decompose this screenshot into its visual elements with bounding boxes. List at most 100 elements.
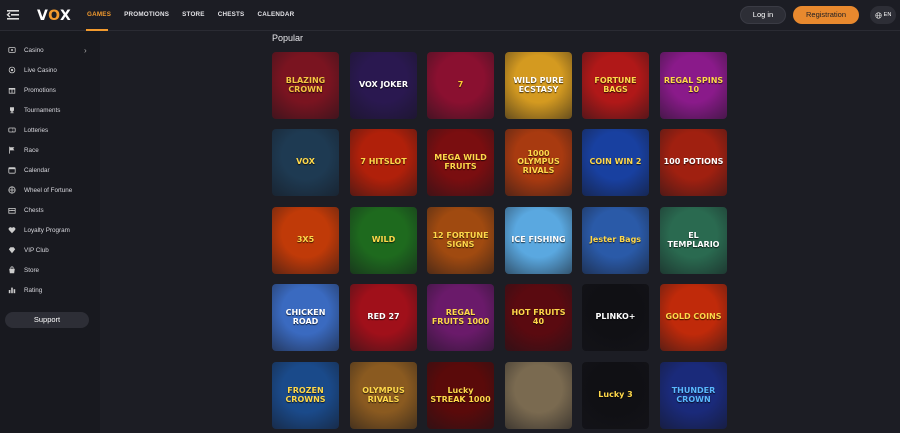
- game-title: WILD PURE ECSTASY: [513, 76, 564, 94]
- game-tile[interactable]: VOX JOKER: [350, 52, 417, 119]
- game-title: 1000 OLYMPUS RIVALS: [517, 148, 560, 175]
- sidebar-item-loyalty-program[interactable]: Loyalty Program: [0, 221, 100, 239]
- chest-icon: [8, 208, 16, 214]
- casino-icon: [8, 47, 16, 53]
- game-title: CHICKEN ROAD: [285, 308, 326, 326]
- game-title: ICE FISHING: [511, 235, 566, 245]
- diamond-icon: [8, 247, 16, 254]
- support-button[interactable]: Support: [5, 312, 89, 328]
- game-tile[interactable]: MEGA WILD FRUITS: [427, 129, 494, 196]
- game-tile[interactable]: Jester Bags: [582, 207, 649, 274]
- live-casino-icon: [8, 66, 16, 74]
- game-tile[interactable]: VOX: [272, 129, 339, 196]
- game-tile[interactable]: [505, 362, 572, 429]
- game-tile[interactable]: CHICKEN ROAD: [272, 284, 339, 351]
- sidebar-item-rating[interactable]: Rating: [0, 281, 100, 299]
- sidebar-item-chests[interactable]: Chests: [0, 201, 100, 219]
- game-tile[interactable]: THUNDER CROWN: [660, 362, 727, 429]
- nav-games[interactable]: GAMES: [87, 11, 111, 18]
- game-title: Lucky 3: [598, 390, 633, 400]
- sidebar: Casino › Live Casino Promotions Tourname…: [0, 31, 100, 433]
- game-title: 3X5: [296, 235, 315, 245]
- game-tile[interactable]: ICE FISHING: [505, 207, 572, 274]
- game-title: BLAZING CROWN: [285, 76, 326, 94]
- sidebar-item-live-casino[interactable]: Live Casino: [0, 61, 100, 79]
- rating-icon: [8, 287, 16, 294]
- game-tile[interactable]: FORTUNE BAGS: [582, 52, 649, 119]
- registration-button[interactable]: Registration: [793, 6, 859, 24]
- ticket-icon: [8, 127, 16, 133]
- main-nav: GAMES PROMOTIONS STORE CHESTS CALENDAR: [87, 11, 294, 18]
- game-title: MEGA WILD FRUITS: [434, 153, 487, 171]
- game-tile[interactable]: COIN WIN 2: [582, 129, 649, 196]
- game-title: Lucky STREAK 1000: [430, 386, 491, 404]
- game-title: OLYMPUS RIVALS: [362, 386, 405, 404]
- vox-logo[interactable]: VOX: [37, 8, 71, 24]
- game-tile[interactable]: REGAL FRUITS 1000: [427, 284, 494, 351]
- top-bar: VOX GAMES PROMOTIONS STORE CHESTS CALEND…: [0, 0, 900, 31]
- section-title-popular: Popular: [272, 33, 304, 43]
- game-tile[interactable]: RED 27: [350, 284, 417, 351]
- game-title: COIN WIN 2: [589, 157, 642, 167]
- sidebar-item-store[interactable]: Store: [0, 261, 100, 279]
- game-title: WILD: [371, 235, 396, 245]
- nav-store[interactable]: STORE: [182, 11, 205, 18]
- game-tile[interactable]: 1000 OLYMPUS RIVALS: [505, 129, 572, 196]
- sidebar-item-promotions[interactable]: Promotions: [0, 81, 100, 99]
- game-tile[interactable]: 100 POTIONS: [660, 129, 727, 196]
- game-title: REGAL FRUITS 1000: [431, 308, 490, 326]
- sidebar-item-tournaments[interactable]: Tournaments: [0, 101, 100, 119]
- game-title: Jester Bags: [589, 235, 642, 245]
- game-tile[interactable]: OLYMPUS RIVALS: [350, 362, 417, 429]
- sidebar-item-calendar[interactable]: Calendar: [0, 161, 100, 179]
- game-tile[interactable]: 7 HITSLOT: [350, 129, 417, 196]
- game-tile[interactable]: EL TEMPLARIO: [660, 207, 727, 274]
- sidebar-item-race[interactable]: Race: [0, 141, 100, 159]
- game-title: EL TEMPLARIO: [667, 231, 720, 249]
- game-tile[interactable]: WILD: [350, 207, 417, 274]
- game-title: THUNDER CROWN: [671, 386, 716, 404]
- game-title: HOT FRUITS 40: [511, 308, 566, 326]
- chevron-right-icon: ›: [84, 45, 87, 55]
- game-title: 7: [457, 80, 464, 90]
- game-tile[interactable]: PLINKO+: [582, 284, 649, 351]
- game-title: 7 HITSLOT: [360, 157, 407, 167]
- trophy-icon: [10, 107, 14, 114]
- wheel-icon: [8, 186, 16, 194]
- game-title: 12 FORTUNE SIGNS: [432, 231, 489, 249]
- game-title: RED 27: [367, 312, 400, 322]
- menu-toggle-icon[interactable]: [6, 8, 20, 22]
- login-button[interactable]: Log in: [740, 6, 786, 24]
- game-title: VOX: [296, 157, 315, 167]
- game-tile[interactable]: 12 FORTUNE SIGNS: [427, 207, 494, 274]
- game-title: REGAL SPINS 10: [663, 76, 724, 94]
- game-tile[interactable]: 7: [427, 52, 494, 119]
- game-tile[interactable]: HOT FRUITS 40: [505, 284, 572, 351]
- game-tile[interactable]: 3X5: [272, 207, 339, 274]
- game-tile[interactable]: FROZEN CROWNS: [272, 362, 339, 429]
- game-tile[interactable]: Lucky STREAK 1000: [427, 362, 494, 429]
- language-label: EN: [883, 12, 892, 18]
- nav-calendar[interactable]: CALENDAR: [257, 11, 294, 18]
- game-tile[interactable]: REGAL SPINS 10: [660, 52, 727, 119]
- game-title: 100 POTIONS: [663, 157, 724, 167]
- store-icon: [9, 266, 15, 274]
- gift-icon: [8, 88, 16, 94]
- sidebar-item-lotteries[interactable]: Lotteries: [0, 121, 100, 139]
- sidebar-item-vip-club[interactable]: VIP Club: [0, 241, 100, 259]
- game-tile[interactable]: BLAZING CROWN: [272, 52, 339, 119]
- sidebar-item-wheel-of-fortune[interactable]: Wheel of Fortune: [0, 181, 100, 199]
- globe-icon: [875, 11, 882, 19]
- flag-icon: [9, 146, 15, 154]
- game-title: VOX JOKER: [358, 80, 409, 90]
- game-title: FROZEN CROWNS: [285, 386, 326, 404]
- calendar-icon: [8, 167, 16, 174]
- sidebar-item-casino[interactable]: Casino ›: [0, 41, 100, 59]
- nav-chests[interactable]: CHESTS: [218, 11, 245, 18]
- game-title: FORTUNE BAGS: [594, 76, 637, 94]
- game-tile[interactable]: Lucky 3: [582, 362, 649, 429]
- game-tile[interactable]: WILD PURE ECSTASY: [505, 52, 572, 119]
- game-tile[interactable]: GOLD COINS: [660, 284, 727, 351]
- nav-promotions[interactable]: PROMOTIONS: [124, 11, 169, 18]
- language-selector[interactable]: EN: [870, 6, 896, 24]
